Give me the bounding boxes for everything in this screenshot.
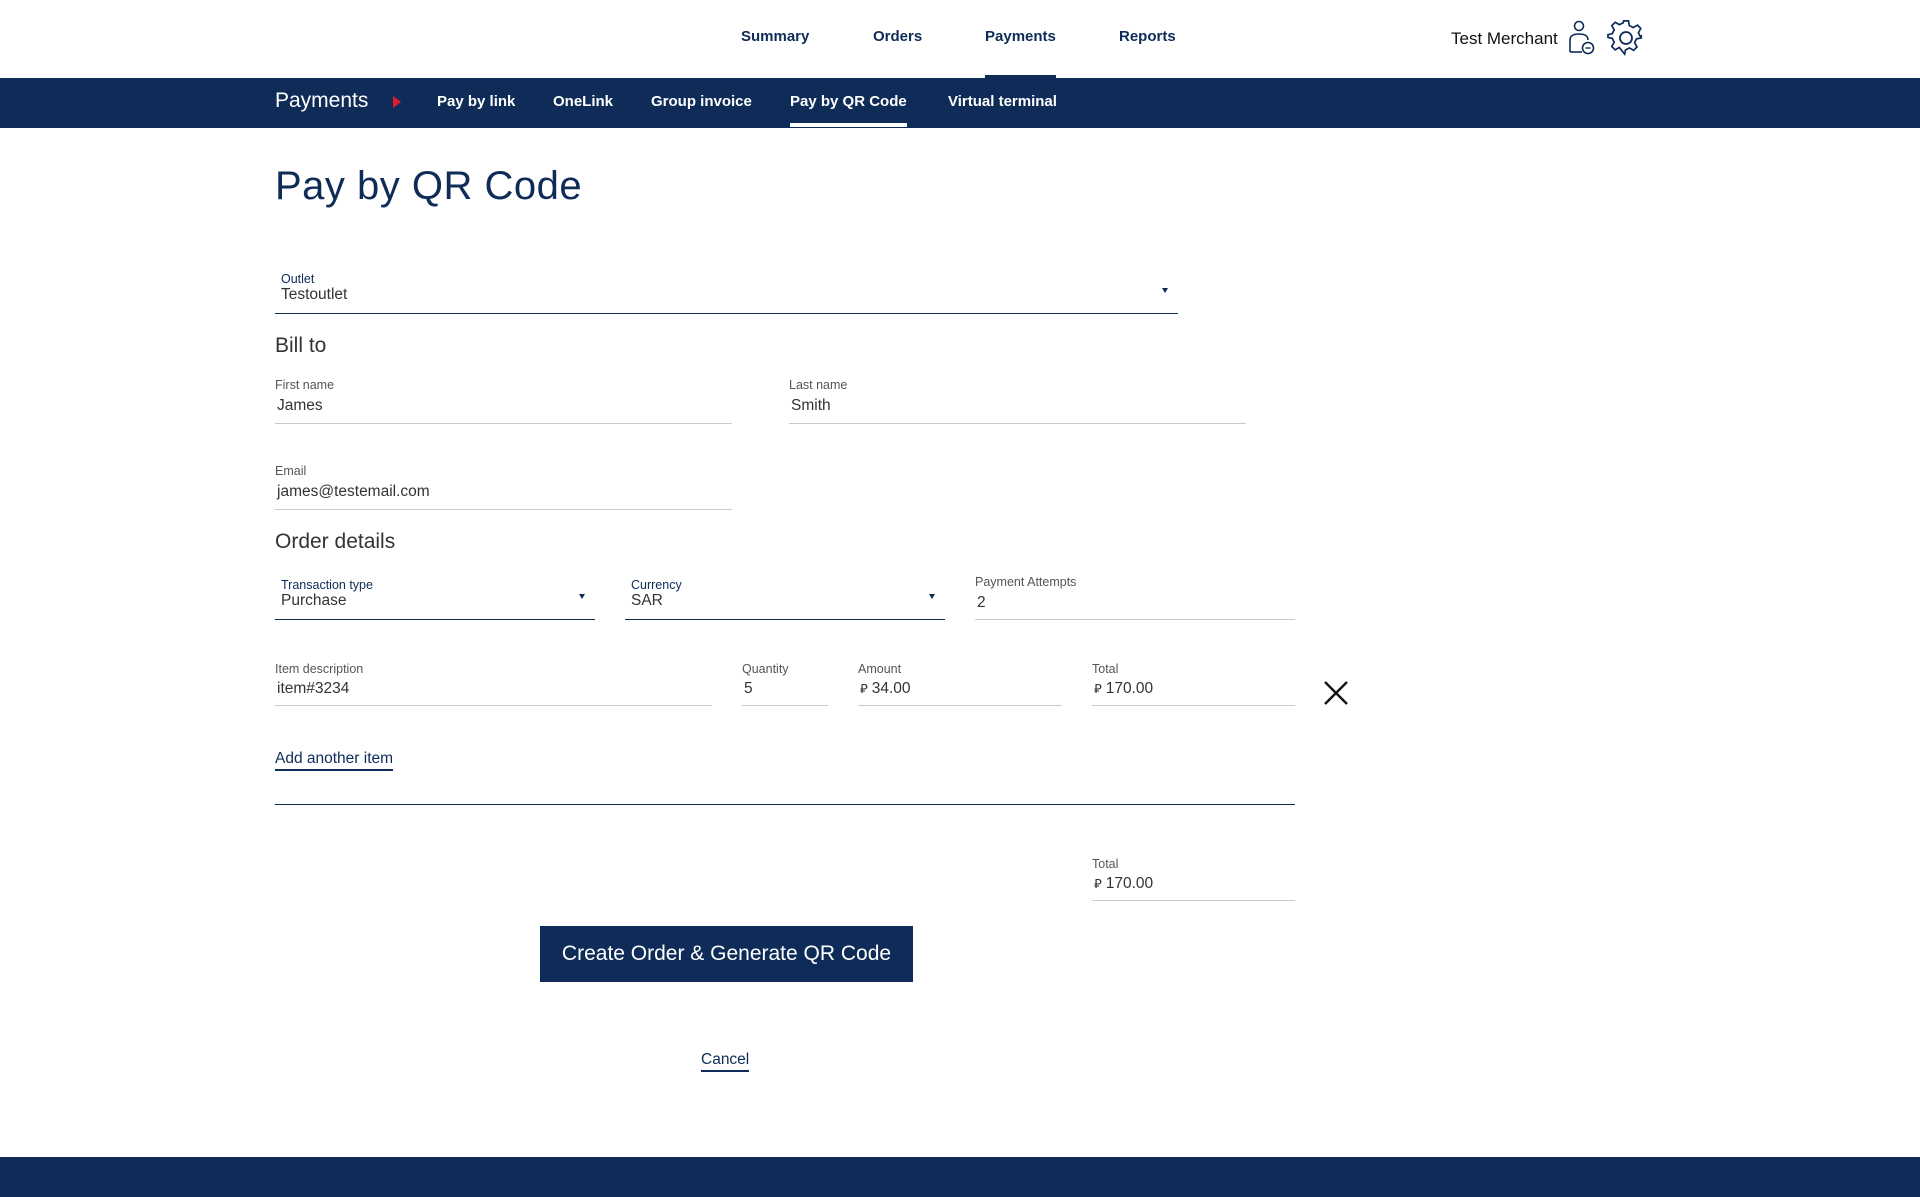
riyal-icon: ⃁: [1094, 876, 1102, 891]
tab-group-invoice[interactable]: Group invoice: [651, 93, 752, 110]
last-name-value: Smith: [791, 397, 831, 414]
bill-to-heading: Bill to: [275, 334, 327, 357]
tab-virtual-terminal[interactable]: Virtual terminal: [948, 93, 1057, 110]
grand-total-value: 170.00: [1105, 875, 1154, 892]
remove-item-close-icon[interactable]: [1322, 679, 1350, 707]
item-description-value: item#3234: [277, 680, 350, 697]
nav-summary[interactable]: Summary: [741, 28, 809, 45]
email-label: Email: [275, 464, 307, 478]
nav-orders[interactable]: Orders: [873, 28, 922, 45]
item-description-field[interactable]: Item description item#3234: [275, 662, 712, 706]
tab-pay-by-link[interactable]: Pay by link: [437, 93, 515, 110]
first-name-label: First name: [275, 378, 335, 392]
top-header: Summary Orders Payments Reports Test Mer…: [0, 0, 1920, 78]
outlet-label: Outlet: [281, 272, 315, 286]
user-icon[interactable]: [1568, 20, 1596, 56]
tab-pay-by-qr-code[interactable]: Pay by QR Code: [790, 93, 907, 127]
chevron-down-icon: [1162, 288, 1168, 293]
cancel-link[interactable]: Cancel: [701, 1051, 750, 1072]
first-name-value: James: [277, 397, 323, 414]
divider: [275, 804, 1295, 805]
nav-payments[interactable]: Payments: [985, 28, 1056, 78]
sub-nav-section-title: Payments: [275, 89, 369, 112]
outlet-value: Testoutlet: [281, 286, 348, 303]
transaction-type-label: Transaction type: [281, 578, 373, 592]
quantity-field[interactable]: Quantity 5: [742, 662, 828, 706]
quantity-value: 5: [744, 680, 753, 697]
page-title: Pay by QR Code: [275, 164, 583, 208]
item-description-label: Item description: [275, 662, 364, 676]
last-name-label: Last name: [789, 378, 848, 392]
grand-total-label: Total: [1092, 857, 1119, 871]
amount-field[interactable]: Amount ⃁ 34.00: [858, 662, 1062, 706]
amount-label: Amount: [858, 662, 902, 676]
riyal-icon: ⃁: [860, 681, 868, 696]
email-value: james@testemail.com: [277, 483, 430, 500]
chevron-down-icon: [929, 594, 935, 599]
sub-nav: Payments Pay by link OneLink Group invoi…: [0, 78, 1920, 128]
item-total-value-wrap: ⃁ 170.00: [1094, 680, 1153, 698]
caret-right-icon: [393, 96, 401, 108]
currency-select[interactable]: Currency SAR: [625, 576, 945, 620]
footer: [0, 1157, 1920, 1197]
item-total-value: 170.00: [1105, 680, 1154, 697]
quantity-label: Quantity: [742, 662, 789, 676]
gear-icon[interactable]: [1607, 19, 1645, 57]
amount-value-wrap: ⃁ 34.00: [860, 680, 911, 698]
create-order-generate-qr-button[interactable]: Create Order & Generate QR Code: [540, 926, 913, 982]
grand-total-field: Total ⃁ 170.00: [1092, 857, 1295, 901]
last-name-field[interactable]: Last name Smith: [789, 378, 1246, 424]
item-total-field: Total ⃁ 170.00: [1092, 662, 1295, 706]
order-details-heading: Order details: [275, 530, 396, 553]
tab-onelink[interactable]: OneLink: [553, 93, 613, 110]
transaction-type-value: Purchase: [281, 592, 347, 609]
add-another-item-link[interactable]: Add another item: [275, 750, 394, 771]
payment-attempts-label: Payment Attempts: [975, 575, 1077, 589]
payment-attempts-field[interactable]: Payment Attempts 2: [975, 575, 1295, 620]
currency-value: SAR: [631, 592, 663, 609]
grand-total-value-wrap: ⃁ 170.00: [1094, 875, 1153, 893]
transaction-type-select[interactable]: Transaction type Purchase: [275, 576, 595, 620]
riyal-icon: ⃁: [1094, 681, 1102, 696]
chevron-down-icon: [579, 594, 585, 599]
currency-label: Currency: [631, 578, 682, 592]
item-total-label: Total: [1092, 662, 1119, 676]
payment-attempts-value: 2: [977, 594, 986, 611]
merchant-name: Test Merchant: [1451, 29, 1558, 48]
email-field[interactable]: Email james@testemail.com: [275, 464, 732, 510]
nav-reports[interactable]: Reports: [1119, 28, 1176, 45]
outlet-select[interactable]: Outlet Testoutlet: [275, 270, 1178, 314]
first-name-field[interactable]: First name James: [275, 378, 732, 424]
amount-value: 34.00: [871, 680, 911, 697]
